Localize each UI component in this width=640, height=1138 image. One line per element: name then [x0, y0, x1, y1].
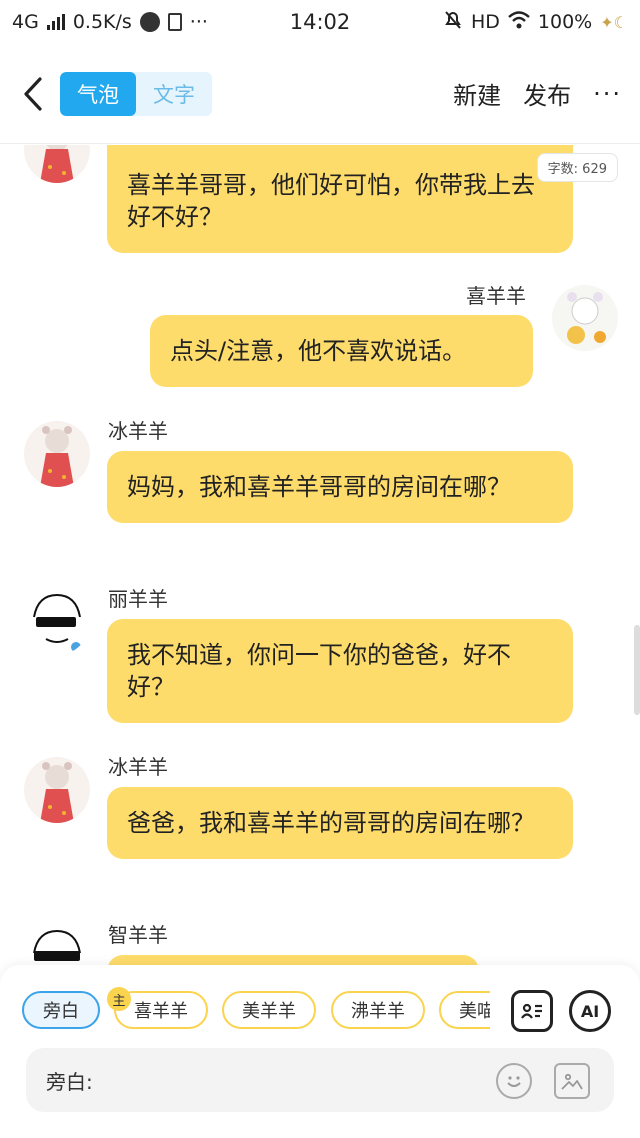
avatar-bingyangyang[interactable] [24, 757, 90, 823]
battery-level: 100% [537, 11, 593, 33]
avatar-xiyangyang[interactable] [552, 285, 618, 351]
back-button[interactable] [18, 74, 48, 114]
top-nav-bar: 气泡 文字 新建 发布 ··· [0, 44, 640, 144]
role-selector[interactable]: 旁白 喜羊羊 美羊羊 沸羊羊 美喵 [20, 991, 490, 1031]
more-options-button[interactable]: ··· [593, 80, 622, 108]
speaker-name: 丽羊羊 [108, 587, 168, 611]
speaker-name: 喜羊羊 [466, 284, 526, 308]
role-chip-meiyangyang[interactable]: 美羊羊 [222, 991, 316, 1029]
publish-button[interactable]: 发布 [523, 76, 571, 111]
hd-indicator: HD [471, 11, 500, 33]
emoji-button[interactable] [496, 1063, 532, 1099]
word-count-badge: 字数: 629 [536, 153, 618, 182]
ai-button[interactable]: AI [569, 990, 611, 1032]
avatar-zhiyangyang[interactable] [24, 925, 90, 965]
speaker-name: 智羊羊 [108, 923, 168, 947]
avatar-liyangyang[interactable] [24, 589, 90, 655]
smiley-icon [507, 1076, 521, 1087]
image-button[interactable] [554, 1063, 590, 1099]
message-bubble[interactable]: 点头/注意，他不喜欢说话。 [150, 315, 533, 387]
main-role-badge: 主 [107, 987, 131, 1011]
status-bar: 4G 0.5K/s ··· 14:02 HD 100% ✦☾ [0, 0, 640, 44]
message-bubble[interactable]: 我不知道，你问一下你的爸爸，好不好？ [107, 619, 573, 723]
signal-icon [46, 14, 65, 30]
weather-icon: ✦☾ [600, 12, 628, 32]
role-chip-meimiao[interactable]: 美喵 [439, 991, 490, 1029]
network-speed: 0.5K/s [72, 11, 132, 33]
new-button[interactable]: 新建 [453, 76, 501, 111]
role-chip-narrator[interactable]: 旁白 [22, 991, 100, 1029]
avatar-bingyangyang[interactable] [24, 421, 90, 487]
back-arrow-icon [24, 76, 42, 111]
message-bubble[interactable]: 爸爸，我和喜羊羊的哥哥的房间在哪？ [107, 787, 573, 859]
input-role-label: 旁白: [46, 1069, 93, 1094]
message-bubble[interactable]: 妈妈，我和喜羊羊哥哥的房间在哪？ [107, 451, 573, 523]
clipboard-icon [167, 13, 182, 31]
chat-scrollbar[interactable] [634, 625, 640, 715]
role-card-button[interactable] [511, 990, 553, 1032]
contact-card-icon [521, 1003, 542, 1019]
more-notifications-icon: ··· [189, 11, 208, 33]
message-bubble[interactable]: 喜羊羊哥哥，他们好可怕，你带我上去好不好？ [107, 145, 573, 253]
network-type: 4G [12, 11, 39, 33]
mode-switch: 气泡 文字 [60, 71, 212, 116]
speaker-name: 冰羊羊 [108, 419, 168, 443]
mute-bell-icon [443, 10, 463, 35]
image-icon [561, 1073, 583, 1090]
role-chip-feiyangyang[interactable]: 沸羊羊 [331, 991, 425, 1029]
avatar-bingyangyang[interactable] [24, 145, 90, 183]
app-notification-icon [139, 12, 160, 32]
message-bubble[interactable] [107, 955, 479, 965]
speaker-name: 冰羊羊 [108, 755, 168, 779]
tab-text[interactable]: 文字 [136, 72, 212, 116]
tab-bubble[interactable]: 气泡 [60, 71, 136, 116]
chat-area[interactable]: 字数: 629 喜羊羊哥哥，他们好可怕，你带我上去好不好？ 喜羊羊 点头/注意，… [0, 145, 640, 965]
wifi-icon [508, 10, 530, 34]
